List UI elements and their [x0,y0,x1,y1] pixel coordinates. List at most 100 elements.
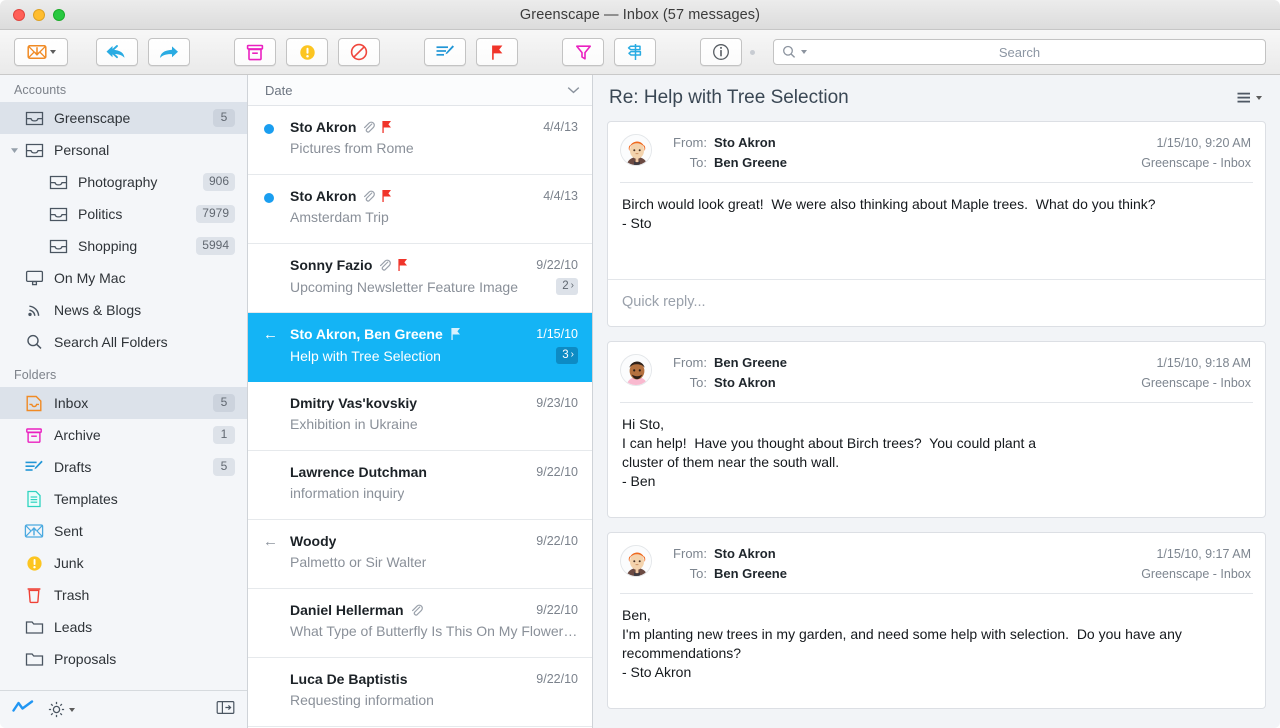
message-summary: Woody 9/22/10 Palmetto or Sir Walter [290,533,578,588]
from-value[interactable]: Ben Greene [714,353,787,373]
panel-toggle-button[interactable] [216,700,235,720]
from-label: From: [673,355,707,370]
accounts-header: Accounts [14,83,67,97]
junk-icon [22,555,46,572]
flag-icon [382,190,392,202]
sidebar-item-trash[interactable]: Trash [0,579,247,611]
sidebar-item-label: Templates [54,491,118,507]
avatar-ben-greene [621,355,651,385]
attachment-icon [364,190,376,202]
message-summary: Dmitry Vas'kovskiy 9/23/10 Exhibition in U… [290,395,578,450]
forward-button[interactable] [148,38,190,66]
message-list-item[interactable]: Lawrence Dutchman 9/22/10 information inqu… [248,451,592,520]
block-button[interactable] [338,38,380,66]
message-cards: From: Sto Akron To: Ben Greene 1/15/10, 9:20… [593,121,1280,728]
flag-icon [451,328,460,340]
get-mail-icon [26,45,47,59]
message-list-item[interactable]: Dmitry Vas'kovskiy 9/23/10 Exhibition in U… [248,382,592,451]
message-list-header[interactable]: Date [248,75,592,106]
to-value[interactable]: Sto Akron [714,373,776,393]
chevron-down-icon[interactable] [567,86,580,94]
message-date: 9/22/10 [536,258,578,272]
unread-badge: 7979 [196,205,235,223]
message-sender: Lawrence Dutchman [290,464,427,480]
message-card[interactable]: From: Sto Akron To: Ben Greene 1/15/10, 9:17… [607,532,1266,709]
activity-button[interactable] [12,700,34,719]
to-value[interactable]: Ben Greene [714,564,787,584]
sidebar-item-news-and-blogs[interactable]: News & Blogs [0,294,247,326]
message-top-line: Woody 9/22/10 [290,533,578,549]
message-bottom-line: What Type of Butterfly Is This On My Flo… [290,623,578,639]
flag-button[interactable] [476,38,518,66]
sidebar-item-archive[interactable]: Archive 1 [0,419,247,451]
message-subject: Amsterdam Trip [290,209,389,225]
message-badges [362,120,393,134]
to-value[interactable]: Ben Greene [714,153,787,173]
sent-icon [22,523,46,539]
compose-icon [436,45,454,56]
message-card[interactable]: From: Ben Greene To: Sto Akron 1/15/10, 9:18… [607,341,1266,518]
from-row: From: Sto Akron [663,133,1129,153]
sidebar-item-proposals[interactable]: Proposals [0,643,247,675]
from-value[interactable]: Sto Akron [714,133,776,153]
disclosure-triangle-icon[interactable] [6,146,22,155]
quick-reply-input[interactable]: Quick reply... [608,279,1265,326]
to-label: To: [689,566,707,581]
sidebar-item-leads[interactable]: Leads [0,611,247,643]
junk-button[interactable] [286,38,328,66]
message-card-header: From: Ben Greene To: Sto Akron 1/15/10, 9:18… [608,342,1265,402]
sidebar-item-label: Sent [54,523,83,539]
sidebar-item-search-all-folders[interactable]: Search All Folders [0,326,247,358]
archive-button[interactable] [234,38,276,66]
sidebar-item-photography[interactable]: Photography 906 [0,166,247,198]
sidebar-item-shopping[interactable]: Shopping 5994 [0,230,247,262]
sort-button[interactable] [614,38,656,66]
reply-all-button[interactable] [96,38,138,66]
from-row: From: Sto Akron [663,544,1129,564]
thread-count-badge[interactable]: 2 › [556,278,578,295]
message-card[interactable]: From: Sto Akron To: Ben Greene 1/15/10, 9:20… [607,121,1266,327]
thread-actions-button[interactable] [1236,91,1262,105]
compose-button[interactable] [424,38,466,66]
search-input[interactable]: Search [773,39,1266,65]
search-icon [22,334,46,350]
message-list-item[interactable]: ← Sto Akron, Ben Greene 1/15/10 Help with T… [248,313,592,382]
sidebar-item-personal[interactable]: Personal [0,134,247,166]
sidebar-item-drafts[interactable]: Drafts 5 [0,451,247,483]
info-button[interactable] [700,38,742,66]
block-icon [350,43,368,61]
close-button[interactable] [13,8,25,21]
thread-title: Re: Help with Tree Selection [609,87,849,108]
sidebar-item-greenscape[interactable]: Greenscape 5 [0,102,247,134]
message-status-gutter: ← [262,533,290,588]
unread-badge: 906 [202,173,235,191]
sidebar-item-junk[interactable]: Junk [0,547,247,579]
sidebar-item-politics[interactable]: Politics 7979 [0,198,247,230]
sidebar-item-on-my-mac[interactable]: On My Mac [0,262,247,294]
get-mail-button[interactable] [14,38,68,66]
settings-button[interactable] [48,701,75,718]
message-date: 9/22/10 [536,672,578,686]
sort-signpost-icon [627,44,641,60]
to-row: To: Sto Akron [663,373,1129,393]
minimize-button[interactable] [33,8,45,21]
message-list-item[interactable]: Sto Akron 4/4/13 Pictures from Rome [248,106,592,175]
toolbar: Search [0,30,1280,75]
message-list-item[interactable]: Sto Akron 4/4/13 Amsterdam Trip [248,175,592,244]
zoom-button[interactable] [53,8,65,21]
message-bottom-line: Exhibition in Ukraine [290,416,578,432]
sidebar-item-inbox[interactable]: Inbox 5 [0,387,247,419]
message-status-gutter [262,257,290,312]
from-value[interactable]: Sto Akron [714,544,776,564]
message-list-item[interactable]: ← Woody 9/22/10 Palmetto or Sir Walter [248,520,592,589]
mailbox-icon [46,175,70,190]
sidebar-item-sent[interactable]: Sent [0,515,247,547]
message-list-item[interactable]: Sonny Fazio 9/22/10 Upcoming Newsletter Fe… [248,244,592,313]
unread-badge: 5 [213,109,235,127]
sidebar-item-templates[interactable]: Templates [0,483,247,515]
message-list-item[interactable]: Daniel Hellerman 9/22/10 What Type of Butt… [248,589,592,658]
thread-count-badge[interactable]: 3 › [556,347,578,364]
sidebar-scroll: Accounts Greenscape 5 Personal Photograp… [0,75,247,690]
filter-button[interactable] [562,38,604,66]
message-list-item[interactable]: Luca De Baptistis 9/22/10 Requesting infor… [248,658,592,727]
